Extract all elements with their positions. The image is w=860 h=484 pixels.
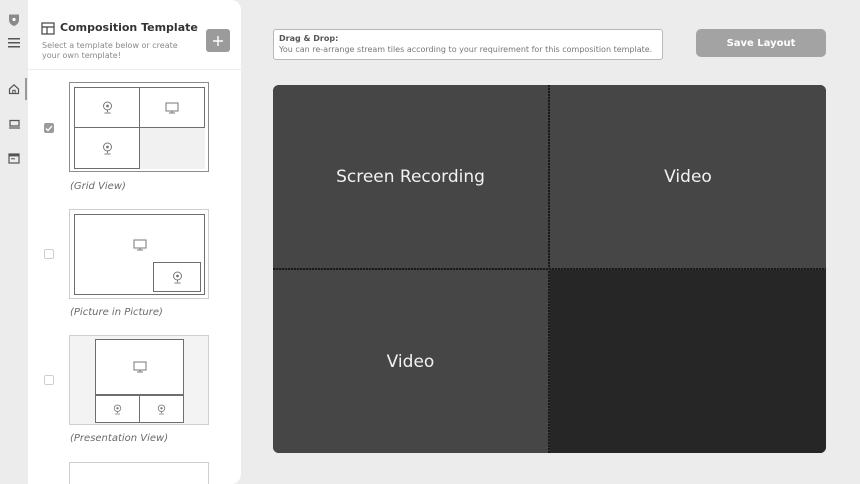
- template-thumb-pip[interactable]: [69, 209, 209, 299]
- save-layout-button[interactable]: Save Layout: [696, 29, 826, 57]
- thumb-cell-screen: [95, 339, 184, 395]
- template-panel: Composition Template Select a template b…: [28, 0, 241, 484]
- template-checkbox-pip[interactable]: [44, 249, 54, 259]
- thumb-cell-empty: [140, 128, 205, 169]
- stream-tile-screen-recording[interactable]: Screen Recording: [273, 85, 548, 268]
- webcam-icon: [102, 142, 112, 154]
- tile-label: Video: [664, 166, 712, 187]
- monitor-icon: [133, 361, 146, 373]
- tile-label: Video: [386, 351, 435, 372]
- webcam-icon: [172, 271, 182, 283]
- hint-text: You can re-arrange stream tiles accordin…: [279, 45, 653, 54]
- thumb-cell-webcam: [153, 262, 201, 292]
- thumb-cell-screen: [139, 87, 205, 128]
- panel-title: Composition Template: [60, 21, 198, 34]
- stream-tile-video[interactable]: Video: [273, 270, 548, 453]
- monitor-icon: [133, 239, 146, 250]
- template-checkbox-grid[interactable]: [44, 123, 54, 133]
- template-label-pip: (Picture in Picture): [70, 307, 163, 318]
- template-label-grid: (Grid View): [70, 181, 126, 192]
- plus-icon: [213, 35, 223, 46]
- tile-label: Screen Recording: [336, 166, 485, 187]
- drag-drop-hint: Drag & Drop: You can re-arrange stream t…: [273, 29, 663, 60]
- monitor-icon: [165, 102, 179, 113]
- icon-rail: [0, 0, 28, 484]
- tile-divider: [273, 268, 826, 270]
- webcam-icon: [113, 404, 122, 414]
- shield-icon[interactable]: [6, 12, 22, 28]
- thumb-cell-webcam: [74, 87, 140, 128]
- recorder-icon[interactable]: [6, 116, 22, 132]
- window-icon[interactable]: [6, 150, 22, 166]
- template-thumb-grid[interactable]: [69, 82, 209, 172]
- template-label-presentation: (Presentation View): [70, 433, 169, 444]
- thumb-cell-webcam: [139, 395, 184, 423]
- stream-tile-empty[interactable]: [550, 270, 826, 453]
- panel-subtitle: Select a template below or create your o…: [42, 41, 178, 60]
- thumb-cell-webcam: [74, 127, 140, 169]
- menu-icon[interactable]: [6, 35, 22, 51]
- add-template-button[interactable]: [206, 29, 230, 52]
- hint-title: Drag & Drop:: [279, 34, 339, 43]
- home-icon[interactable]: [6, 81, 22, 97]
- stream-tile-video[interactable]: Video: [550, 85, 826, 268]
- template-thumb-presentation[interactable]: [69, 335, 209, 425]
- check-icon: [45, 125, 53, 131]
- composition-stage: Screen Recording Video Video: [273, 85, 826, 453]
- active-indicator: [25, 78, 27, 100]
- template-thumb-next[interactable]: [69, 462, 209, 484]
- thumb-cell-webcam: [95, 395, 140, 423]
- layout-icon: [41, 20, 55, 39]
- divider: [28, 69, 241, 70]
- webcam-icon: [157, 404, 166, 414]
- webcam-icon: [102, 101, 112, 114]
- template-checkbox-presentation[interactable]: [44, 375, 54, 385]
